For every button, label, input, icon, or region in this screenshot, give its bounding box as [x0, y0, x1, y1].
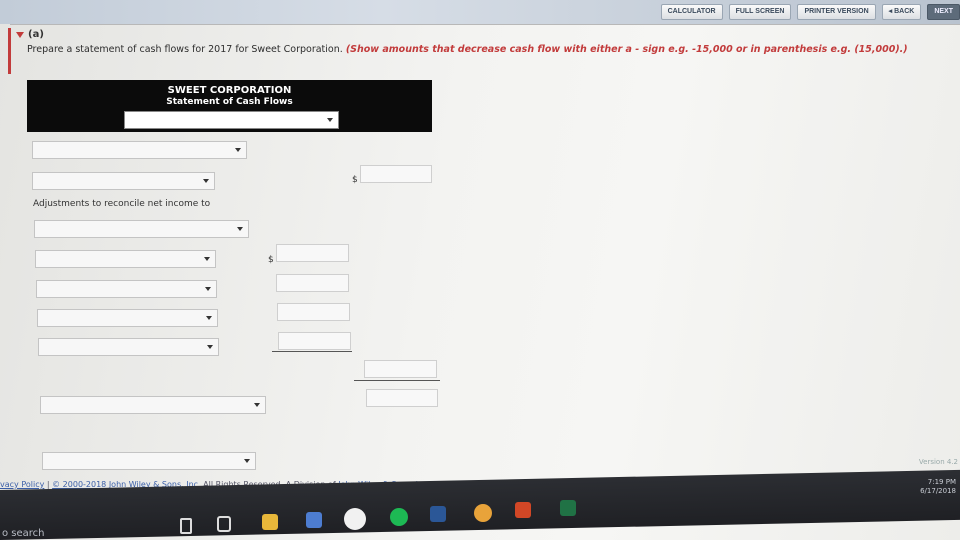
- microphone-icon[interactable]: [180, 518, 192, 534]
- taskbar-items: [0, 498, 960, 538]
- chevron-down-icon: [206, 316, 212, 320]
- system-tray: 7:19 PM 6/17/2018: [920, 478, 956, 496]
- taskbar-search[interactable]: o search: [2, 528, 45, 539]
- amount-input-6[interactable]: [364, 360, 437, 378]
- total-underline: [354, 380, 440, 381]
- section-marker: [8, 28, 11, 74]
- adjust-select-3[interactable]: [36, 280, 217, 298]
- full-screen-button[interactable]: FULL SCREEN: [728, 4, 792, 20]
- dollar-sign: $: [268, 255, 274, 265]
- spotify-icon[interactable]: [390, 508, 408, 526]
- period-select[interactable]: [124, 111, 339, 129]
- adjust-select-5[interactable]: [38, 338, 219, 356]
- line-select-3[interactable]: [40, 396, 266, 414]
- calculator-button[interactable]: CALCULATOR: [660, 4, 723, 20]
- statement-title: Statement of Cash Flows: [166, 97, 293, 107]
- company-name: SWEET CORPORATION: [167, 85, 292, 96]
- amount-input-5[interactable]: [278, 332, 351, 350]
- back-button[interactable]: ◂ BACK: [881, 4, 922, 20]
- chevron-down-icon: [203, 179, 209, 183]
- clock-date: 6/17/2018: [920, 487, 956, 495]
- chevron-down-icon: [207, 345, 213, 349]
- line-select-4[interactable]: [42, 452, 256, 470]
- question-prompt: Prepare a statement of cash flows for 20…: [27, 43, 927, 56]
- chevron-down-icon: [237, 227, 243, 231]
- chevron-down-icon: [205, 287, 211, 291]
- amount-input-4[interactable]: [277, 303, 350, 321]
- adjust-select-1[interactable]: [34, 220, 249, 238]
- version-label: Version 4.2: [918, 458, 958, 466]
- chevron-down-icon: [235, 148, 241, 152]
- collapse-triangle-icon[interactable]: [16, 32, 24, 38]
- word-icon[interactable]: [430, 506, 446, 522]
- hp-icon[interactable]: [344, 508, 366, 530]
- part-label: (a): [28, 29, 44, 40]
- prompt-text: Prepare a statement of cash flows for 20…: [27, 44, 343, 55]
- page: CALCULATOR FULL SCREEN PRINTER VERSION ◂…: [0, 0, 960, 540]
- footer-separator: |: [46, 480, 50, 489]
- amount-input-1[interactable]: [360, 165, 432, 183]
- amount-input-3[interactable]: [276, 274, 349, 292]
- clock-time: 7:19 PM: [927, 478, 956, 486]
- chevron-down-icon: [204, 257, 210, 261]
- chevron-down-icon: [327, 118, 333, 122]
- privacy-policy-link[interactable]: vacy Policy: [0, 480, 44, 489]
- chevron-down-icon: [254, 403, 260, 407]
- powerpoint-icon[interactable]: [515, 502, 531, 518]
- file-explorer-icon[interactable]: [262, 514, 278, 530]
- amount-input-2[interactable]: [276, 244, 349, 262]
- dollar-sign: $: [352, 175, 358, 185]
- toolbar: CALCULATOR FULL SCREEN PRINTER VERSION ◂…: [660, 3, 960, 21]
- chevron-down-icon: [244, 459, 250, 463]
- adjust-select-2[interactable]: [35, 250, 216, 268]
- divider: [10, 24, 960, 25]
- printer-version-button[interactable]: PRINTER VERSION: [797, 4, 876, 20]
- amount-input-7[interactable]: [366, 389, 438, 407]
- next-button[interactable]: NEXT: [927, 4, 960, 20]
- task-view-icon[interactable]: [217, 516, 231, 532]
- store-icon[interactable]: [306, 512, 322, 528]
- excel-icon[interactable]: [560, 500, 576, 516]
- adjust-select-4[interactable]: [37, 309, 218, 327]
- subtotal-underline: [272, 351, 352, 352]
- chrome-icon[interactable]: [474, 504, 492, 522]
- line-select-2[interactable]: [32, 172, 215, 190]
- prompt-note: (Show amounts that decrease cash flow wi…: [345, 44, 908, 55]
- line-select-1[interactable]: [32, 141, 247, 159]
- adjustments-label: Adjustments to reconcile net income to: [33, 199, 211, 209]
